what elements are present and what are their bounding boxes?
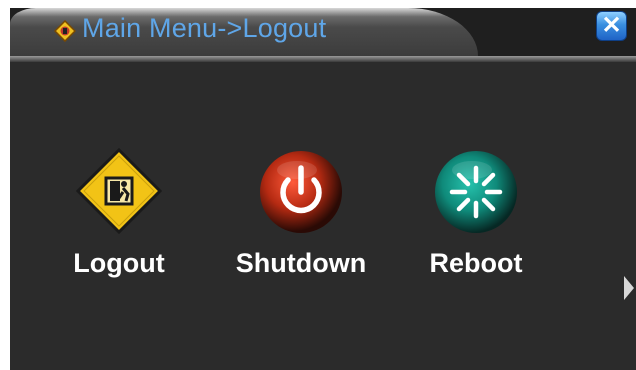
reboot-button[interactable]: Reboot	[401, 148, 551, 288]
reboot-icon	[435, 151, 517, 233]
reboot-label: Reboot	[429, 248, 523, 278]
logout-label: Logout	[73, 248, 165, 278]
logout-button[interactable]: Logout	[44, 148, 194, 288]
power-icon	[260, 151, 342, 233]
window-title: Main Menu->Logout	[82, 13, 327, 43]
menu-diamond-icon	[54, 20, 76, 42]
title-bar: Main Menu->Logout ✕	[10, 8, 636, 56]
shutdown-button[interactable]: Shutdown	[226, 148, 376, 288]
close-button[interactable]: ✕	[596, 11, 627, 41]
title-separator	[10, 56, 636, 62]
title-tab: Main Menu->Logout	[10, 8, 478, 56]
shutdown-label: Shutdown	[235, 248, 367, 278]
mouse-cursor	[624, 276, 634, 300]
logout-exit-sign-icon	[76, 148, 162, 234]
logout-dialog: Main Menu->Logout ✕ Logout Shutdown Rebo…	[10, 8, 636, 370]
